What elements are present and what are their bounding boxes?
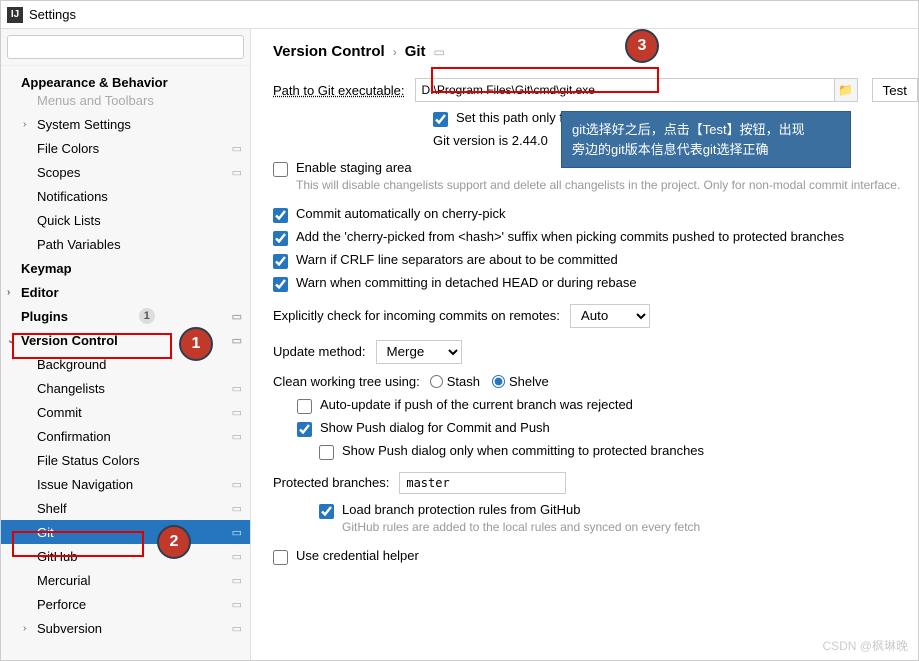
project-icon: ▭ xyxy=(232,478,242,491)
chevron-right-icon: › xyxy=(23,623,26,634)
tree-system-settings[interactable]: ›System Settings xyxy=(1,112,250,136)
protected-label: Protected branches: xyxy=(273,475,389,490)
project-icon: ▭ xyxy=(232,334,242,347)
auto-update-label: Auto-update if push of the current branc… xyxy=(320,397,633,412)
show-push-label: Show Push dialog for Commit and Push xyxy=(320,420,550,435)
warn-detached-checkbox[interactable] xyxy=(273,277,288,292)
tree-path-vars[interactable]: Path Variables xyxy=(1,232,250,256)
load-rules-label: Load branch protection rules from GitHub xyxy=(342,502,580,517)
project-icon: ▭ xyxy=(232,526,242,539)
annotation-box-1 xyxy=(12,333,172,359)
project-icon: ▭ xyxy=(232,166,242,179)
titlebar: IJ Settings xyxy=(1,1,918,29)
cherry-auto-checkbox[interactable] xyxy=(273,208,288,223)
cherry-suffix-label: Add the 'cherry-picked from <hash>' suff… xyxy=(296,229,844,244)
update-method-select[interactable]: Merge xyxy=(376,340,462,364)
cherry-suffix-checkbox[interactable] xyxy=(273,231,288,246)
project-icon: ▭ xyxy=(232,310,242,323)
path-label: Path to Git executable: xyxy=(273,83,405,98)
chevron-right-icon: › xyxy=(23,119,26,130)
show-push-protected-label: Show Push dialog only when committing to… xyxy=(342,443,704,458)
tree-mercurial[interactable]: Mercurial▭ xyxy=(1,568,250,592)
plugins-badge: 1 xyxy=(139,308,155,324)
folder-icon: 📁 xyxy=(838,83,853,97)
show-push-checkbox[interactable] xyxy=(297,422,312,437)
tree-menus[interactable]: Menus and Toolbars xyxy=(1,88,250,112)
explicit-check-label: Explicitly check for incoming commits on… xyxy=(273,308,560,323)
annotation-circle-3: 3 xyxy=(625,29,659,63)
show-push-protected-checkbox[interactable] xyxy=(319,445,334,460)
project-icon: ▭ xyxy=(232,598,242,611)
tree-plugins[interactable]: Plugins1▭ xyxy=(1,304,250,328)
breadcrumb-leaf: Git xyxy=(405,43,426,60)
cred-helper-label: Use credential helper xyxy=(296,548,419,563)
project-icon: ▭ xyxy=(434,45,445,59)
tree-notifications[interactable]: Notifications xyxy=(1,184,250,208)
tree-file-status[interactable]: File Status Colors xyxy=(1,448,250,472)
cred-helper-checkbox[interactable] xyxy=(273,550,288,565)
annotation-circle-1: 1 xyxy=(179,327,213,361)
tree-editor[interactable]: ›Editor xyxy=(1,280,250,304)
tree-confirmation[interactable]: Confirmation▭ xyxy=(1,424,250,448)
browse-button[interactable]: 📁 xyxy=(834,78,858,102)
tree-changelists[interactable]: Changelists▭ xyxy=(1,376,250,400)
auto-update-checkbox[interactable] xyxy=(297,399,312,414)
project-icon: ▭ xyxy=(232,406,242,419)
breadcrumb-root[interactable]: Version Control xyxy=(273,43,385,60)
project-icon: ▭ xyxy=(232,430,242,443)
project-icon: ▭ xyxy=(232,502,242,515)
cherry-auto-label: Commit automatically on cherry-pick xyxy=(296,206,506,221)
tree-keymap[interactable]: Keymap xyxy=(1,256,250,280)
tree-file-colors[interactable]: File Colors▭ xyxy=(1,136,250,160)
tree-scopes[interactable]: Scopes▭ xyxy=(1,160,250,184)
project-icon: ▭ xyxy=(232,142,242,155)
tree-quick-lists[interactable]: Quick Lists xyxy=(1,208,250,232)
tree-commit[interactable]: Commit▭ xyxy=(1,400,250,424)
staging-hint: This will disable changelists support an… xyxy=(296,177,900,194)
explicit-check-select[interactable]: Auto xyxy=(570,304,650,328)
warn-crlf-label: Warn if CRLF line separators are about t… xyxy=(296,252,618,267)
clean-tree-label: Clean working tree using: xyxy=(273,374,420,389)
test-button[interactable]: Test xyxy=(872,78,918,102)
staging-area-label: Enable staging area xyxy=(296,160,412,175)
set-path-current-checkbox[interactable] xyxy=(433,112,448,127)
search-input[interactable] xyxy=(7,35,244,59)
shelve-radio-wrap[interactable]: Shelve xyxy=(492,374,549,389)
chevron-right-icon: › xyxy=(7,287,10,298)
tree-shelf[interactable]: Shelf▭ xyxy=(1,496,250,520)
tree-perforce[interactable]: Perforce▭ xyxy=(1,592,250,616)
watermark: CSDN @枫琳晚 xyxy=(822,637,908,654)
project-icon: ▭ xyxy=(232,574,242,587)
project-icon: ▭ xyxy=(232,622,242,635)
window-title: Settings xyxy=(29,7,76,22)
protected-branches-input[interactable] xyxy=(399,472,566,494)
tree-issue-nav[interactable]: Issue Navigation▭ xyxy=(1,472,250,496)
update-method-label: Update method: xyxy=(273,344,366,359)
chevron-right-icon: › xyxy=(393,45,397,59)
annotation-box-2 xyxy=(12,531,144,557)
warn-crlf-checkbox[interactable] xyxy=(273,254,288,269)
project-icon: ▭ xyxy=(232,382,242,395)
annotation-circle-2: 2 xyxy=(157,525,191,559)
app-icon: IJ xyxy=(7,7,23,23)
staging-area-checkbox[interactable] xyxy=(273,162,288,177)
shelve-radio[interactable] xyxy=(492,375,505,388)
stash-radio-wrap[interactable]: Stash xyxy=(430,374,480,389)
project-icon: ▭ xyxy=(232,550,242,563)
warn-detached-label: Warn when committing in detached HEAD or… xyxy=(296,275,637,290)
settings-tree[interactable]: Appearance & Behavior Menus and Toolbars… xyxy=(1,66,250,660)
load-rules-hint: GitHub rules are added to the local rule… xyxy=(342,519,700,536)
annotation-box-3 xyxy=(431,67,659,93)
tree-subversion[interactable]: ›Subversion▭ xyxy=(1,616,250,640)
load-rules-checkbox[interactable] xyxy=(319,504,334,519)
annotation-tooltip: git选择好之后，点击【Test】按钮，出现 旁边的git版本信息代表git选择… xyxy=(561,111,851,168)
breadcrumb: Version Control › Git ▭ xyxy=(273,43,918,60)
stash-radio[interactable] xyxy=(430,375,443,388)
